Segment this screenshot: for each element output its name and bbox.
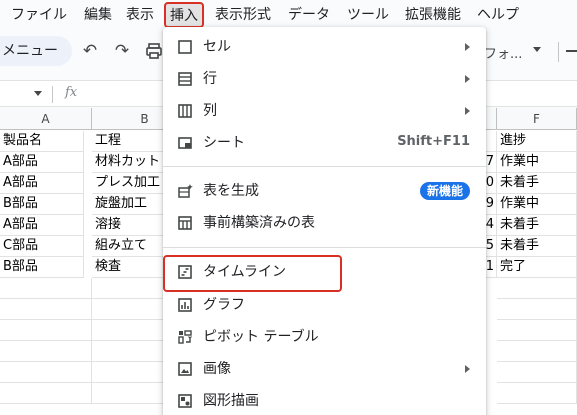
empty-cell[interactable] [0, 278, 92, 299]
sparkle-table-icon [178, 184, 193, 198]
row-icon [178, 72, 192, 86]
cell-f2[interactable]: 作業中 [497, 152, 577, 173]
cell-f6[interactable]: 未着手 [497, 236, 577, 257]
image-icon [178, 362, 192, 376]
cell-a4[interactable]: B部品 [0, 194, 84, 215]
fx-icon: fx [65, 85, 78, 100]
menu-help[interactable]: ヘルプ [477, 5, 519, 25]
cell-a6[interactable]: C部品 [0, 236, 84, 257]
cell-f5[interactable]: 未着手 [497, 215, 577, 236]
cell-a5[interactable]: A部品 [0, 215, 84, 236]
menu-item-label: ピボット テーブル [203, 329, 319, 345]
pivot-table-icon [178, 330, 192, 344]
menu-view[interactable]: 表示 [126, 5, 154, 25]
menu-item-label: シート [203, 135, 245, 151]
cell-f3[interactable]: 未着手 [497, 173, 577, 194]
print-icon[interactable] [144, 41, 164, 61]
cell-a1[interactable]: 製品名 [0, 131, 84, 152]
empty-cell[interactable] [0, 362, 92, 383]
toolbar-divider [558, 42, 559, 62]
submenu-arrow-icon [465, 107, 470, 115]
redo-icon[interactable]: ↷ [112, 41, 132, 61]
menu-item-label: 事前構築済みの表 [203, 215, 315, 231]
empty-cell[interactable] [0, 320, 92, 341]
menu-bar: ファイル 編集 表示 挿入 表示形式 データ ツール 拡張機能 ヘルプ [0, 0, 577, 30]
column-header-a[interactable]: A [0, 108, 92, 130]
empty-cell[interactable] [497, 362, 577, 383]
chart-icon [178, 298, 192, 312]
empty-cell[interactable] [497, 383, 577, 404]
menu-edit[interactable]: 編集 [84, 5, 112, 25]
font-family-select[interactable]: フォ... [484, 43, 522, 62]
chevron-down-icon[interactable] [533, 47, 541, 52]
new-feature-badge: 新機能 [419, 182, 470, 200]
menu-item-label: 列 [203, 103, 217, 119]
menu-divider [163, 247, 486, 248]
cell-f7[interactable]: 完了 [497, 257, 577, 278]
drawing-icon [178, 394, 192, 408]
empty-cell[interactable] [0, 299, 92, 320]
menu-item-generate-table[interactable]: 表を生成 新機能 [163, 175, 486, 207]
empty-cell[interactable] [0, 383, 92, 404]
menu-item-pivot-table[interactable]: ピボット テーブル [163, 321, 486, 353]
minus-icon[interactable] [566, 50, 577, 52]
menu-tools[interactable]: ツール [347, 5, 389, 25]
cell-a3[interactable]: A部品 [0, 173, 84, 194]
empty-cell[interactable] [497, 278, 577, 299]
menu-item-sheet[interactable]: シート Shift+F11 [163, 127, 486, 159]
menu-item-cell[interactable]: セル [163, 31, 486, 63]
menu-item-label: 図形描画 [203, 393, 259, 409]
menu-insert[interactable]: 挿入 [164, 2, 204, 28]
table-icon [178, 216, 192, 230]
menu-item-drawing[interactable]: 図形描画 [163, 385, 486, 415]
menu-item-label: グラフ [203, 297, 245, 313]
menu-item-chart[interactable]: グラフ [163, 289, 486, 321]
menu-item-label: 画像 [203, 361, 231, 377]
submenu-arrow-icon [465, 365, 470, 373]
menu-format[interactable]: 表示形式 [215, 5, 271, 25]
menu-item-image[interactable]: 画像 [163, 353, 486, 385]
undo-icon[interactable]: ↶ [80, 41, 100, 61]
menu-item-label: 表を生成 [203, 183, 259, 199]
cell-f1[interactable]: 進捗 [497, 131, 577, 152]
menu-item-label: セル [203, 39, 231, 55]
cell-icon [178, 40, 192, 54]
empty-cell[interactable] [0, 341, 92, 362]
shortcut-label: Shift+F11 [397, 134, 470, 149]
menu-extensions[interactable]: 拡張機能 [405, 5, 461, 25]
menu-divider [163, 166, 486, 167]
column-header-f[interactable]: F [497, 108, 577, 130]
menu-search-button[interactable]: メニュー [0, 36, 72, 66]
sheet-icon [178, 137, 192, 149]
menu-item-label: 行 [203, 71, 217, 87]
name-box-dropdown-icon[interactable] [34, 91, 42, 96]
menu-item-row[interactable]: 行 [163, 63, 486, 95]
empty-cell[interactable] [497, 320, 577, 341]
insert-menu: セル 行 列 シート Shift+F11 表を生成 新機能 事前構築済みの表 タ… [163, 27, 486, 415]
submenu-arrow-icon [465, 75, 470, 83]
cell-a7[interactable]: B部品 [0, 257, 84, 278]
menu-item-prebuilt-table[interactable]: 事前構築済みの表 [163, 207, 486, 239]
timeline-highlight-box [163, 255, 342, 292]
formula-divider [52, 86, 53, 103]
empty-cell[interactable] [497, 341, 577, 362]
menu-item-column[interactable]: 列 [163, 95, 486, 127]
empty-cell[interactable] [497, 299, 577, 320]
cell-f4[interactable]: 作業中 [497, 194, 577, 215]
column-icon [178, 104, 192, 118]
submenu-arrow-icon [465, 43, 470, 51]
menu-data[interactable]: データ [288, 5, 330, 25]
cell-a2[interactable]: A部品 [0, 152, 84, 173]
menu-file[interactable]: ファイル [11, 5, 67, 25]
